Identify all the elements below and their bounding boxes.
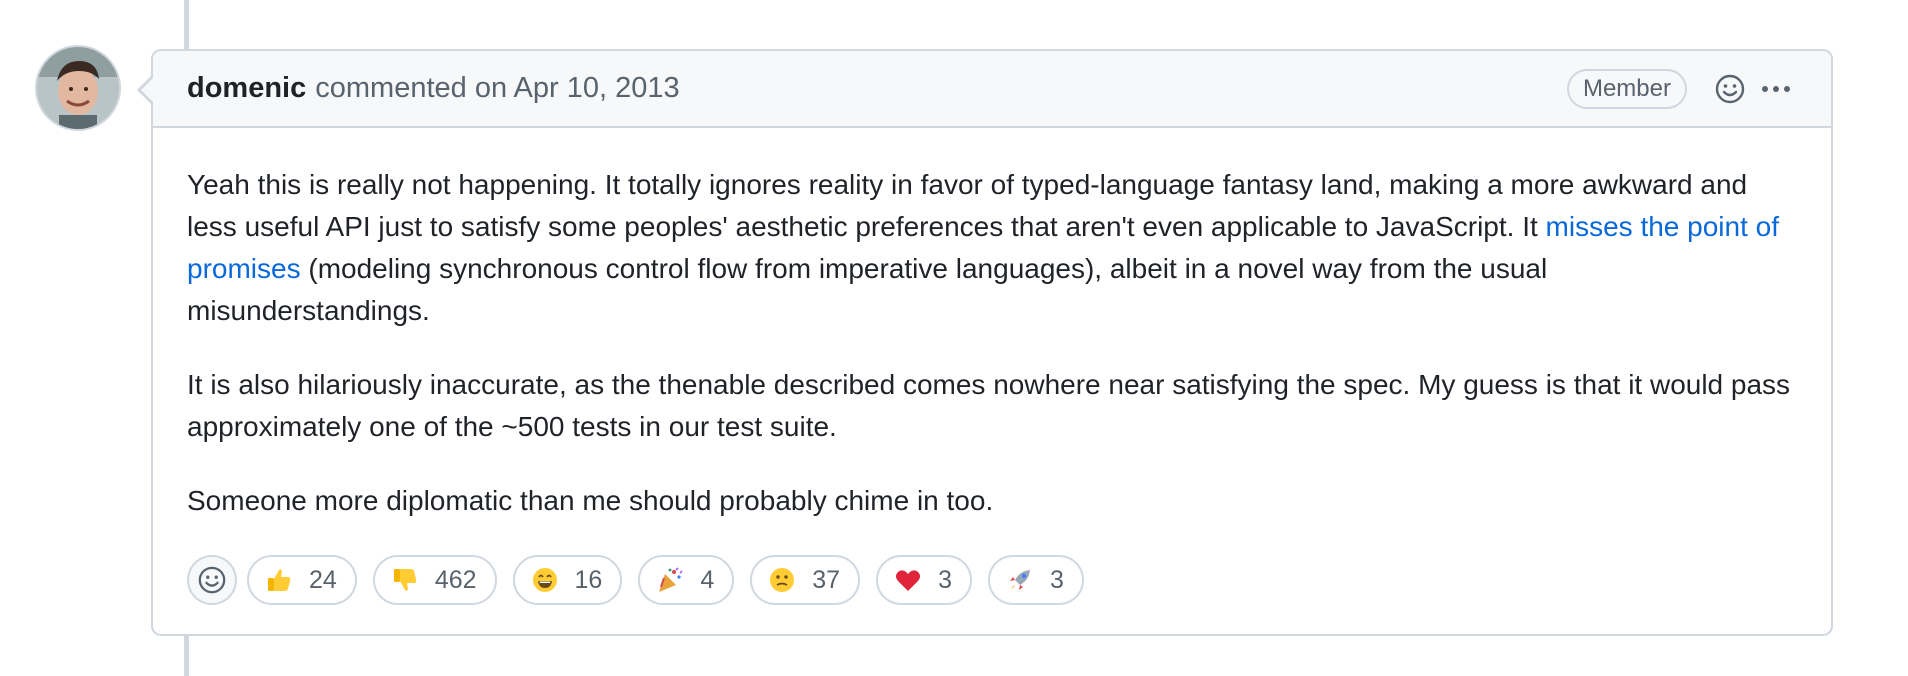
reaction-thumbs-up[interactable]: 24 [247, 555, 357, 605]
reaction-count: 462 [434, 565, 477, 594]
hooray-icon [656, 566, 684, 594]
thumbs-down-icon [391, 566, 419, 594]
paragraph-1-text-end: (modeling synchronous control flow from … [187, 253, 1548, 326]
kebab-horizontal-icon [1762, 85, 1790, 92]
reaction-count: 24 [309, 565, 337, 594]
add-reaction-button[interactable] [187, 555, 237, 605]
paragraph-1: Yeah this is really not happening. It to… [187, 164, 1797, 332]
comment-caret-fill [141, 77, 154, 103]
confused-icon [768, 566, 796, 594]
reaction-hooray[interactable]: 4 [638, 555, 735, 605]
comment-box: domenic commented on Apr 10, 2013 Member [137, 49, 1833, 636]
paragraph-1-text-start: Yeah this is really not happening. It to… [187, 169, 1748, 242]
reaction-heart[interactable]: 3 [876, 555, 972, 605]
paragraph-3: Someone more diplomatic than me should p… [187, 485, 994, 516]
reaction-count: 3 [1049, 565, 1064, 594]
reaction-thumbs-down[interactable]: 462 [372, 555, 497, 605]
more-options-button[interactable] [1757, 70, 1795, 108]
avatar[interactable] [37, 47, 119, 129]
paragraph-2: It is also hilariously inaccurate, as th… [187, 369, 1791, 442]
reactions-bar: 24 462 16 4 37 3 3 [187, 555, 1100, 605]
reaction-count: 3 [938, 565, 952, 594]
add-reaction-header-button[interactable] [1711, 70, 1749, 108]
rocket-icon [1006, 566, 1034, 594]
header-actions: Member [1566, 68, 1795, 109]
member-badge: Member [1566, 68, 1687, 109]
reaction-rocket[interactable]: 3 [987, 555, 1084, 605]
reaction-confused[interactable]: 37 [750, 555, 861, 605]
reaction-count: 16 [574, 565, 603, 594]
author-link[interactable]: domenic [187, 72, 306, 105]
comment-body: Yeah this is really not happening. It to… [153, 128, 1831, 522]
heart-icon [894, 566, 922, 594]
smiley-icon [1715, 74, 1745, 103]
reaction-count: 37 [812, 565, 841, 594]
thumbs-up-icon [265, 566, 293, 594]
comment-header: domenic commented on Apr 10, 2013 Member [153, 51, 1831, 128]
laugh-icon [531, 566, 559, 594]
smiley-icon [198, 566, 226, 594]
comment-timestamp[interactable]: commented on Apr 10, 2013 [315, 72, 679, 105]
reaction-count: 4 [700, 565, 715, 594]
reaction-laugh[interactable]: 16 [512, 555, 623, 605]
